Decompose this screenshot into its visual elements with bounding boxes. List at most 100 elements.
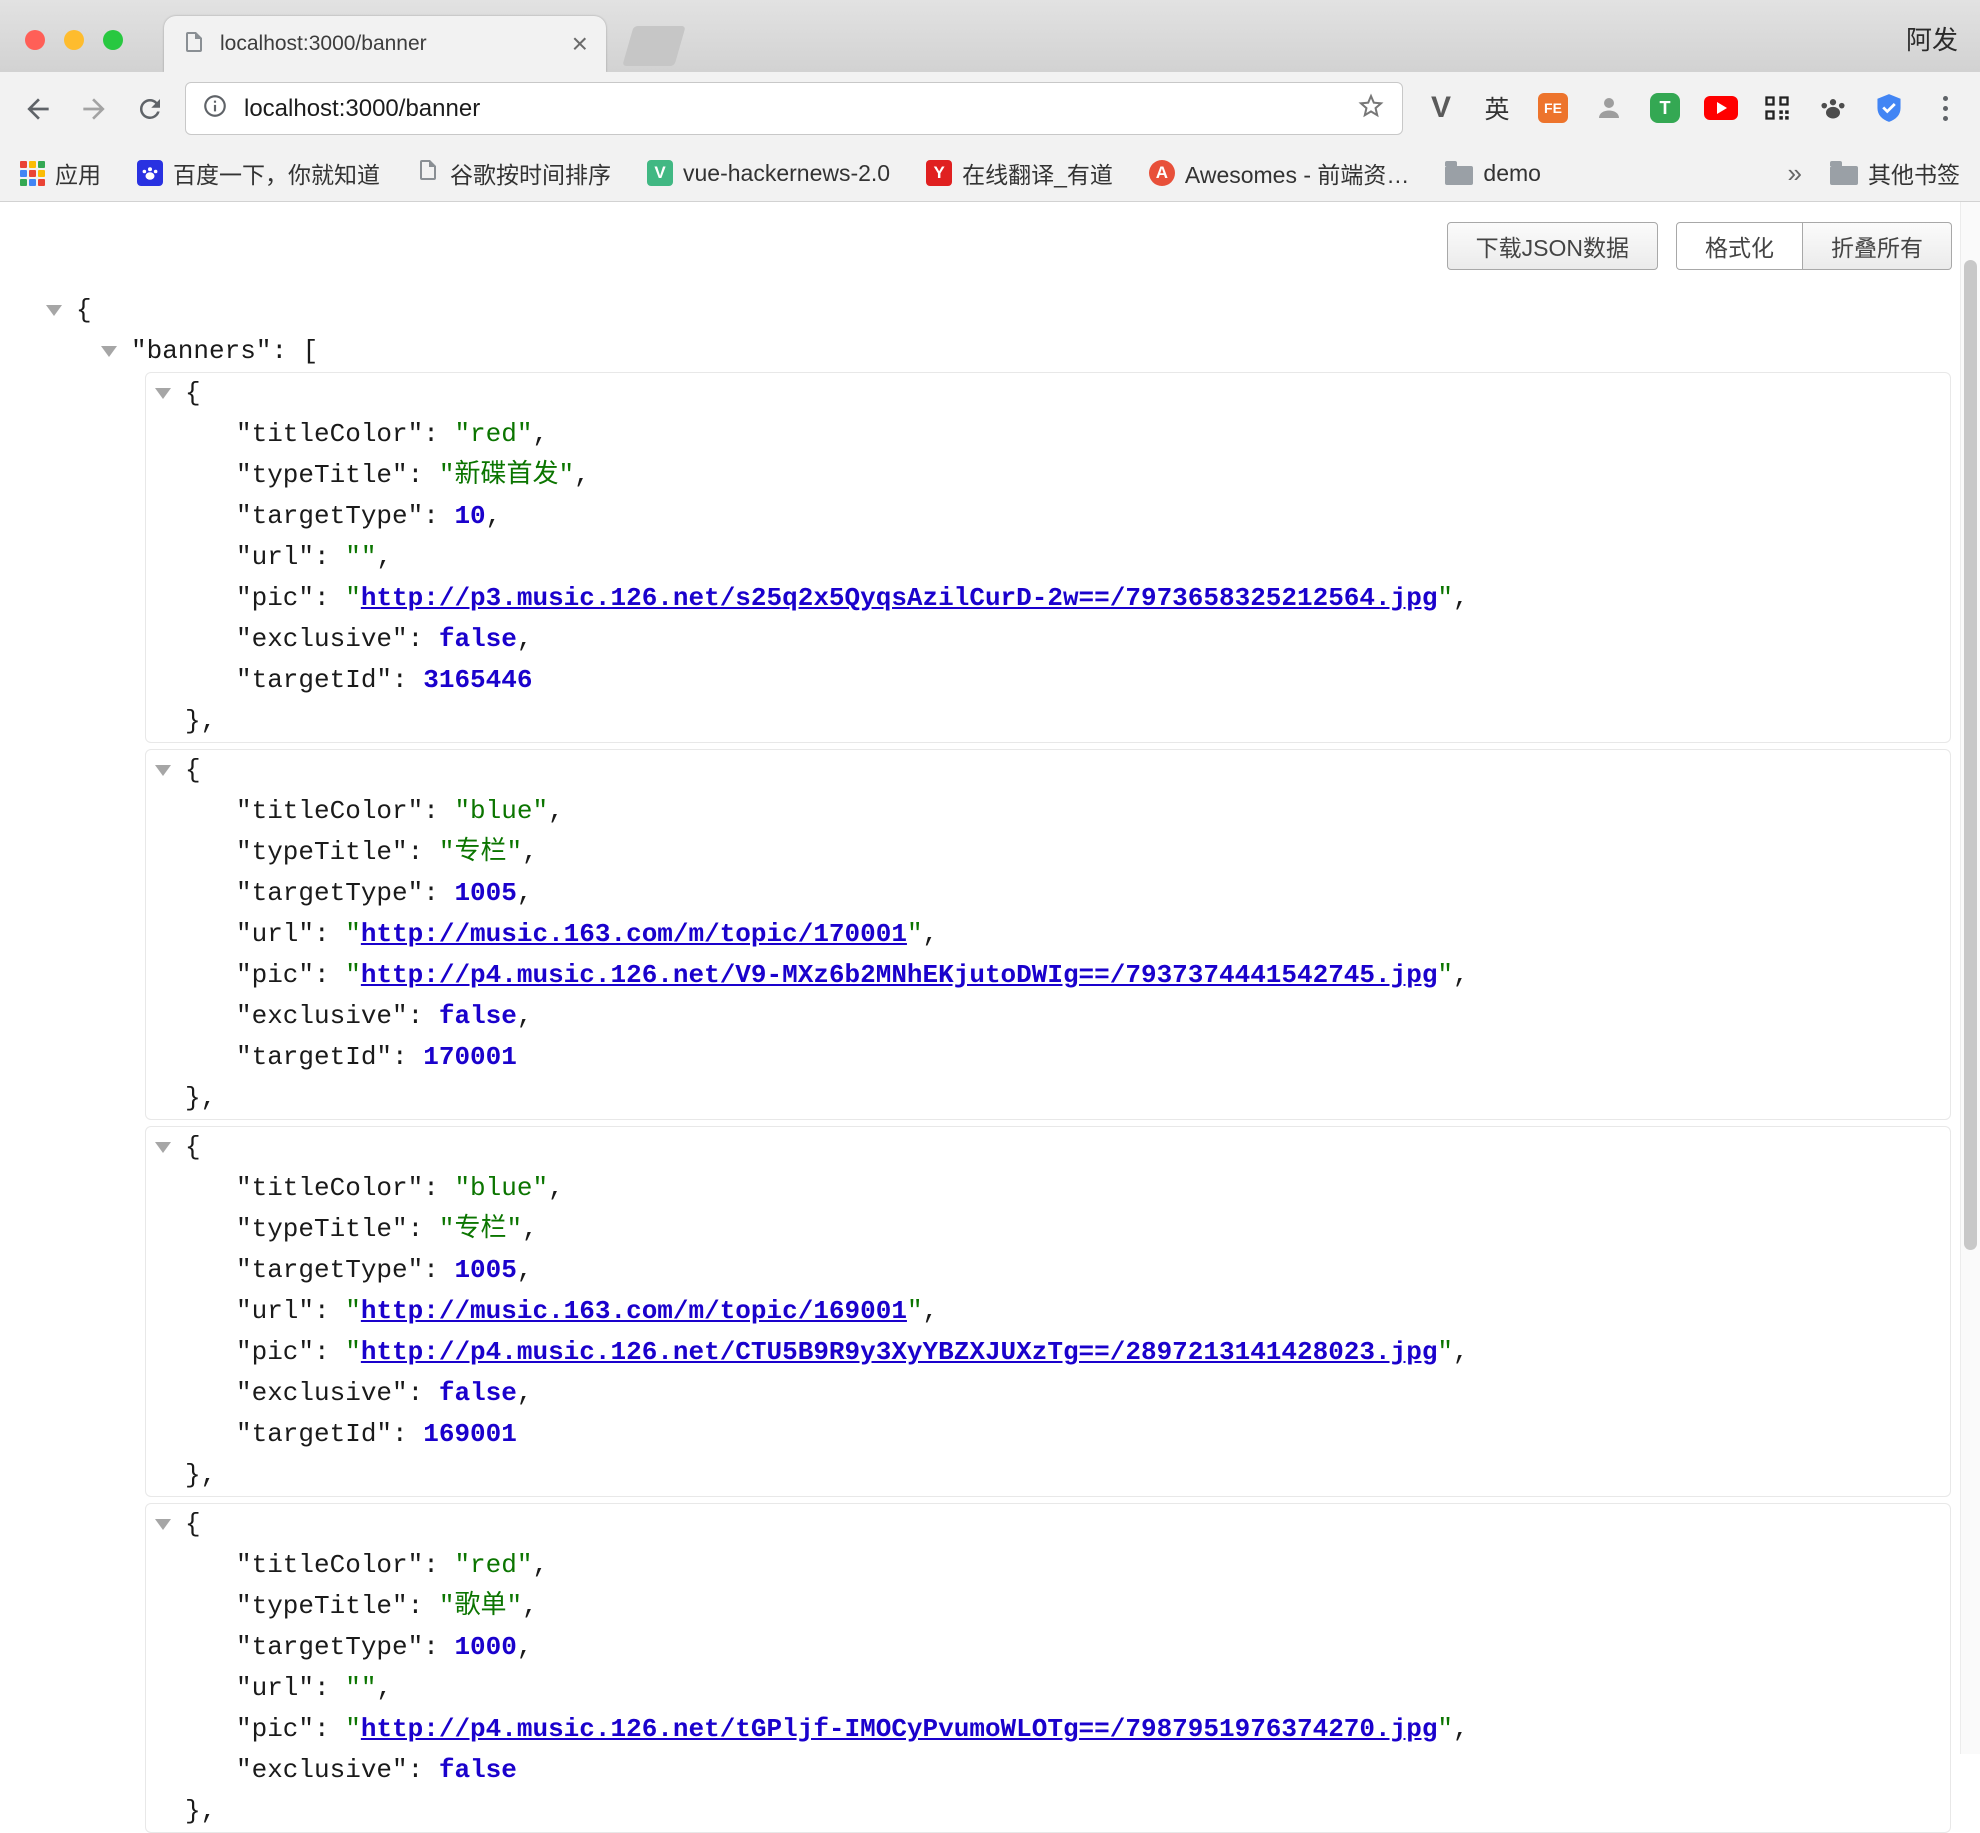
baidu-paw-icon (137, 160, 163, 186)
tab-favicon-page-icon (182, 30, 206, 59)
bookmarks-overflow-chevron-icon[interactable]: » (1788, 158, 1802, 189)
json-punctuation: { (185, 378, 201, 408)
json-key: "typeTitle" (236, 837, 408, 867)
collapse-triangle-icon[interactable] (155, 1519, 171, 1530)
tab-strip: localhost:3000/banner × 阿发 (0, 0, 1980, 72)
chrome-menu-icon[interactable] (1928, 91, 1962, 125)
json-number-value: 1005 (454, 878, 516, 908)
json-boolean-value: false (439, 1001, 517, 1031)
json-punctuation: , (517, 878, 533, 908)
json-string-value: "专栏" (439, 1214, 522, 1244)
json-boolean-value: false (439, 1755, 517, 1785)
json-punctuation: : (423, 1255, 454, 1285)
format-button[interactable]: 格式化 (1676, 222, 1803, 270)
json-punctuation: { (185, 1509, 201, 1539)
bookmark-item-vue-hackernews[interactable]: V vue-hackernews-2.0 (647, 160, 890, 187)
bookmark-item-apps[interactable]: 应用 (20, 156, 101, 190)
json-string-value: "新碟首发" (439, 460, 574, 490)
json-line: "typeTitle": "新碟首发", (146, 455, 1950, 496)
browser-toolbar: localhost:3000/banner V 英 FE T (0, 72, 1980, 145)
fehelper-extension-icon[interactable]: FE (1536, 91, 1570, 125)
site-info-icon[interactable] (202, 93, 228, 124)
bookmark-star-icon[interactable] (1356, 91, 1386, 126)
json-line: "exclusive": false, (146, 619, 1950, 660)
json-line: "url": "http://music.163.com/m/topic/169… (146, 1291, 1950, 1332)
json-punctuation: : (423, 419, 454, 449)
other-bookmarks-folder[interactable]: 其他书签 (1830, 156, 1960, 190)
download-json-button[interactable]: 下载JSON数据 (1447, 222, 1658, 270)
json-punctuation: : (392, 1419, 423, 1449)
json-string-value: "red" (454, 1550, 532, 1580)
json-punctuation: }, (185, 1460, 216, 1490)
json-boolean-value: false (439, 1378, 517, 1408)
bookmark-item-baidu[interactable]: 百度一下，你就知道 (137, 156, 380, 190)
tab-close-icon[interactable]: × (572, 30, 588, 58)
new-tab-button[interactable] (622, 26, 685, 66)
json-line: "url": "", (146, 537, 1950, 578)
bookmark-item-awesomes[interactable]: A Awesomes - 前端资… (1149, 156, 1410, 190)
json-line: "banners": [ (0, 331, 1980, 372)
bookmark-item-youdao[interactable]: Y 在线翻译_有道 (926, 156, 1113, 190)
json-line: "targetType": 1000, (146, 1627, 1950, 1668)
youtube-extension-icon[interactable] (1704, 91, 1738, 125)
json-punctuation: { (76, 295, 92, 325)
url-text: localhost:3000/banner (244, 95, 1356, 123)
paw-extension-icon[interactable] (1816, 91, 1850, 125)
json-link-value[interactable]: http://p3.music.126.net/s25q2x5QyqsAzilC… (361, 583, 1438, 613)
json-punctuation: }, (185, 1796, 216, 1826)
collapse-triangle-icon[interactable] (46, 305, 62, 316)
close-window-button[interactable] (25, 30, 45, 50)
json-punctuation: , (517, 1378, 533, 1408)
person-extension-icon[interactable] (1592, 91, 1626, 125)
json-line: "typeTitle": "歌单", (146, 1586, 1950, 1627)
zoom-window-button[interactable] (103, 30, 123, 50)
collapse-triangle-icon[interactable] (155, 765, 171, 776)
json-punctuation: , (1453, 583, 1469, 613)
json-punctuation: : (408, 460, 439, 490)
json-line: "exclusive": false (146, 1750, 1950, 1791)
blue-shield-extension-icon[interactable] (1872, 91, 1906, 125)
json-link-value[interactable]: http://p4.music.126.net/V9-MXz6b2MNhEKju… (361, 960, 1438, 990)
youdao-icon: Y (926, 160, 952, 186)
address-bar[interactable]: localhost:3000/banner (185, 82, 1403, 135)
bookmark-item-google-sort[interactable]: 谷歌按时间排序 (416, 156, 611, 190)
browser-tab[interactable]: localhost:3000/banner × (164, 16, 606, 72)
json-punctuation: , (376, 542, 392, 572)
translate-extension-icon[interactable]: 英 (1480, 91, 1514, 125)
collapse-triangle-icon[interactable] (155, 388, 171, 399)
green-shield-extension-icon[interactable]: T (1648, 91, 1682, 125)
json-line: }, (146, 1455, 1950, 1496)
json-punctuation: , (923, 919, 939, 949)
scrollbar-track[interactable] (1960, 202, 1980, 1754)
json-punctuation: , (486, 501, 502, 531)
back-button[interactable] (20, 91, 56, 127)
v-extension-icon[interactable]: V (1424, 91, 1458, 125)
json-line: "url": "http://music.163.com/m/topic/170… (146, 914, 1950, 955)
json-line: "targetType": 1005, (146, 1250, 1950, 1291)
collapse-triangle-icon[interactable] (101, 346, 117, 357)
json-string-value: " (907, 1296, 923, 1326)
json-tree: { "banners": [ {"titleColor": "red","typeT… (0, 202, 1980, 1833)
scrollbar-thumb[interactable] (1964, 260, 1977, 1250)
qrcode-extension-icon[interactable] (1760, 91, 1794, 125)
json-link-value[interactable]: http://p4.music.126.net/tGPljf-IMOCyPvum… (361, 1714, 1438, 1744)
json-key: "targetType" (236, 1255, 423, 1285)
folder-icon (1445, 166, 1473, 185)
json-object-block: {"titleColor": "red","typeTitle": "歌单","… (145, 1503, 1951, 1833)
json-string-value: "blue" (454, 796, 548, 826)
reload-button[interactable] (132, 91, 168, 127)
bookmark-item-demo[interactable]: demo (1445, 160, 1541, 187)
json-line: "exclusive": false, (146, 996, 1950, 1037)
json-punctuation: , (923, 1296, 939, 1326)
json-line: "typeTitle": "专栏", (146, 832, 1950, 873)
json-string-value: " (1437, 1337, 1453, 1367)
minimize-window-button[interactable] (64, 30, 84, 50)
forward-button[interactable] (76, 91, 112, 127)
json-link-value[interactable]: http://music.163.com/m/topic/169001 (361, 1296, 907, 1326)
json-link-value[interactable]: http://music.163.com/m/topic/170001 (361, 919, 907, 949)
collapse-triangle-icon[interactable] (155, 1142, 171, 1153)
json-link-value[interactable]: http://p4.music.126.net/CTU5B9R9y3XyYBZX… (361, 1337, 1438, 1367)
json-line: { (146, 750, 1950, 791)
json-line: "targetId": 3165446 (146, 660, 1950, 701)
collapse-all-button[interactable]: 折叠所有 (1803, 222, 1952, 270)
